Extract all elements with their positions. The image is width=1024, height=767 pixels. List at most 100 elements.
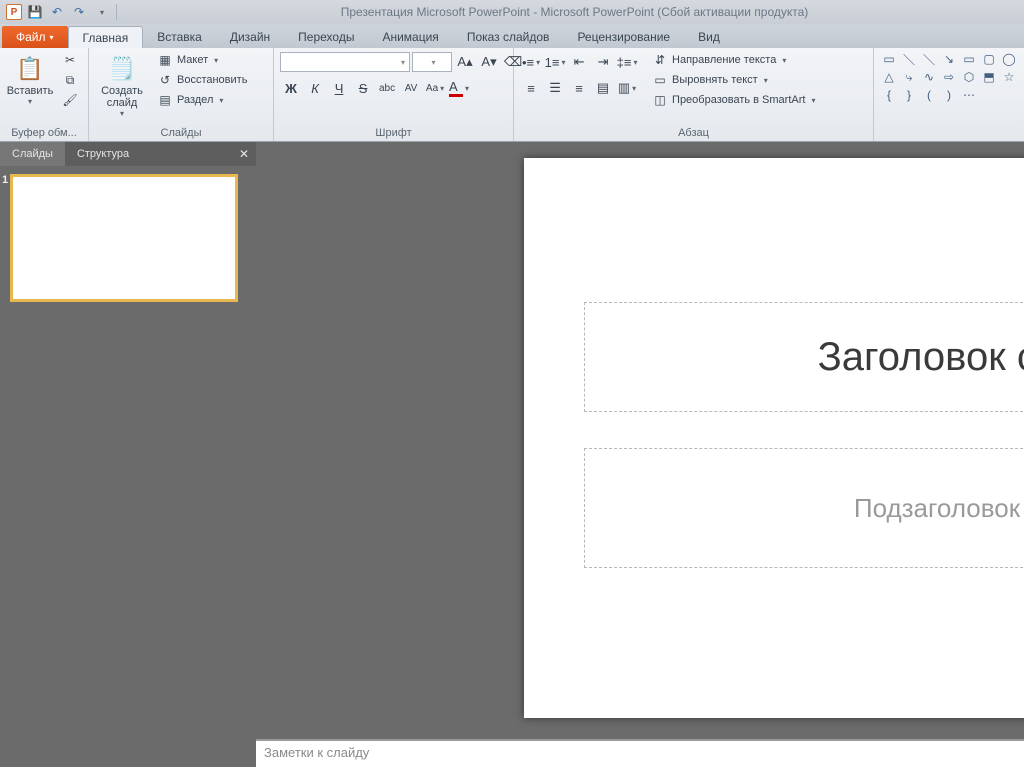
cut-button[interactable]: ✂ [58, 51, 82, 69]
thumbnail-number: 1 [2, 174, 8, 186]
app-icon: P [6, 4, 22, 20]
shadow-button[interactable]: abc [376, 77, 398, 99]
italic-button[interactable]: К [304, 77, 326, 99]
title-placeholder[interactable]: Заголовок слайда [584, 302, 1024, 412]
shape-more-icon[interactable]: ⋯ [960, 87, 978, 103]
shape-rightarrow-icon[interactable]: ⇨ [940, 69, 958, 85]
shrink-font-button[interactable]: A▾ [478, 51, 500, 73]
align-left-button[interactable]: ≡ [520, 77, 542, 99]
smartart-label: Преобразовать в SmartArt [672, 94, 805, 106]
redo-icon[interactable]: ↷ [70, 3, 88, 21]
shape-roundrect-icon[interactable]: ▢ [980, 51, 998, 67]
bullets-button[interactable]: •≡ [520, 51, 542, 73]
tab-animation[interactable]: Анимация [368, 26, 452, 48]
pane-tabs: Слайды Структура ✕ [0, 142, 256, 166]
paste-label: Вставить [7, 85, 54, 97]
underline-button[interactable]: Ч [328, 77, 350, 99]
file-tab[interactable]: Файл ▾ [2, 26, 68, 48]
new-slide-icon: 🗒️ [106, 53, 138, 85]
pane-tab-slides[interactable]: Слайды [0, 142, 65, 166]
tab-home[interactable]: Главная [68, 26, 144, 48]
copy-button[interactable]: ⧉ [58, 71, 82, 89]
subtitle-placeholder-text: Подзаголовок слайда [854, 493, 1024, 524]
numbering-button[interactable]: 1≡ [544, 51, 566, 73]
tab-slideshow[interactable]: Показ слайдов [453, 26, 564, 48]
reset-label: Восстановить [177, 74, 247, 86]
shape-rect-icon[interactable]: ▭ [960, 51, 978, 67]
strike-button[interactable]: S [352, 77, 374, 99]
quick-access-toolbar: P 💾 ↶ ↷ [0, 3, 125, 21]
paste-button[interactable]: 📋 Вставить ▾ [6, 51, 54, 108]
tab-transitions[interactable]: Переходы [284, 26, 368, 48]
qat-customize-icon[interactable] [92, 3, 110, 21]
text-direction-icon: ⇵ [652, 52, 668, 68]
shape-connector-icon[interactable]: ⤷ [900, 69, 918, 85]
layout-button[interactable]: ▦Макет [153, 51, 251, 69]
shape-brace-icon[interactable]: { [880, 87, 898, 103]
justify-button[interactable]: ▤ [592, 77, 614, 99]
file-tab-label: Файл [16, 30, 46, 44]
pane-tab-outline[interactable]: Структура [65, 142, 141, 166]
align-text-icon: ▭ [652, 72, 668, 88]
char-spacing-button[interactable]: AV [400, 77, 422, 99]
font-size-combo[interactable]: ▾ [412, 52, 452, 72]
subtitle-placeholder[interactable]: Подзаголовок слайда [584, 448, 1024, 568]
align-center-button[interactable]: ☰ [544, 77, 566, 99]
smartart-button[interactable]: ◫Преобразовать в SmartArt [648, 91, 819, 109]
tab-review[interactable]: Рецензирование [563, 26, 684, 48]
change-case-button[interactable]: Aa [424, 77, 446, 99]
shape-hexagon-icon[interactable]: ⬡ [960, 69, 978, 85]
shape-triangle-icon[interactable]: △ [880, 69, 898, 85]
line-spacing-button[interactable]: ‡≡ [616, 51, 638, 73]
shape-paren-icon[interactable]: ( [920, 87, 938, 103]
group-clipboard-label: Буфер обм... [6, 126, 82, 139]
slide-canvas[interactable]: Заголовок слайда Подзаголовок слайда [524, 158, 1024, 718]
shape-line2-icon[interactable]: ＼ [920, 51, 938, 67]
thumbnail-list: 1 [0, 166, 256, 767]
section-button[interactable]: ▤Раздел [153, 91, 251, 109]
pane-close-button[interactable]: ✕ [232, 147, 256, 161]
group-paragraph-label: Абзац [520, 126, 867, 139]
shape-star-icon[interactable]: ☆ [1000, 69, 1018, 85]
font-name-combo[interactable]: ▾ [280, 52, 410, 72]
qat-separator [116, 4, 117, 20]
shape-curve-icon[interactable]: ∿ [920, 69, 938, 85]
slide-stage[interactable]: Заголовок слайда Подзаголовок слайда [256, 142, 1024, 739]
group-font: ▾ ▾ A▴ A▾ ⌫ Ж К Ч S abc AV Aa A Шрифт [274, 48, 514, 141]
grow-font-button[interactable]: A▴ [454, 51, 476, 73]
new-slide-button[interactable]: 🗒️ Создать слайд ▾ [95, 51, 149, 120]
shape-textbox-icon[interactable]: ▭ [880, 51, 898, 67]
group-drawing-label [880, 138, 1018, 139]
editor-area: Заголовок слайда Подзаголовок слайда Зам… [256, 142, 1024, 767]
shape-oval-icon[interactable]: ◯ [1000, 51, 1018, 67]
align-text-button[interactable]: ▭Выровнять текст [648, 71, 819, 89]
tab-design[interactable]: Дизайн [216, 26, 284, 48]
group-drawing: ▭ ＼ ＼ ↘ ▭ ▢ ◯ △ ⤷ ∿ ⇨ ⬡ ⬒ ☆ { } ( ) ⋯ [874, 48, 1024, 141]
group-paragraph: •≡ 1≡ ⇤ ⇥ ‡≡ ≡ ☰ ≡ ▤ ▥ ⇵Направление текс… [514, 48, 874, 141]
increase-indent-button[interactable]: ⇥ [592, 51, 614, 73]
save-icon[interactable]: 💾 [26, 3, 44, 21]
undo-icon[interactable]: ↶ [48, 3, 66, 21]
decrease-indent-button[interactable]: ⇤ [568, 51, 590, 73]
shape-callout-icon[interactable]: ⬒ [980, 69, 998, 85]
workspace: Слайды Структура ✕ 1 Заголовок слайда По… [0, 142, 1024, 767]
notes-pane[interactable]: Заметки к слайду [256, 739, 1024, 767]
brush-icon: 🖌 [62, 92, 78, 108]
tab-view[interactable]: Вид [684, 26, 734, 48]
shape-brace2-icon[interactable]: } [900, 87, 918, 103]
reset-icon: ↺ [157, 72, 173, 88]
shape-paren2-icon[interactable]: ) [940, 87, 958, 103]
columns-button[interactable]: ▥ [616, 77, 638, 99]
shape-line-icon[interactable]: ＼ [900, 51, 918, 67]
window-title: Презентация Microsoft PowerPoint - Micro… [125, 5, 1024, 19]
format-painter-button[interactable]: 🖌 [58, 91, 82, 109]
align-right-button[interactable]: ≡ [568, 77, 590, 99]
tab-insert[interactable]: Вставка [143, 26, 216, 48]
shapes-gallery[interactable]: ▭ ＼ ＼ ↘ ▭ ▢ ◯ △ ⤷ ∿ ⇨ ⬡ ⬒ ☆ { } ( ) ⋯ [880, 51, 1018, 103]
reset-button[interactable]: ↺ Восстановить [153, 71, 251, 89]
text-direction-button[interactable]: ⇵Направление текста [648, 51, 819, 69]
shape-arrow-icon[interactable]: ↘ [940, 51, 958, 67]
font-color-button[interactable]: A [448, 77, 470, 99]
slide-thumbnail[interactable]: 1 [10, 174, 246, 302]
bold-button[interactable]: Ж [280, 77, 302, 99]
